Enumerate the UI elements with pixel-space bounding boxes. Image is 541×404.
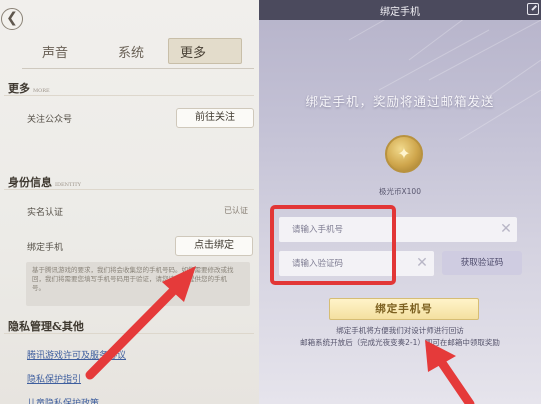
settings-tabs: 声音 系统 更多 (22, 34, 254, 68)
dialog-title: 绑定手机 (380, 7, 420, 18)
link-child-privacy[interactable]: 儿童隐私保护政策 (27, 396, 99, 404)
coin-icon: ✦ (385, 135, 423, 173)
code-field[interactable]: ✕ (279, 251, 434, 277)
bind-phone-dialog: 绑定手机 绑定手机，奖励将通过邮箱发送 ✦ 极光币X100 ✕ ✕ 获取验证码 … (259, 0, 541, 404)
dialog-heading: 绑定手机，奖励将通过邮箱发送 (305, 94, 495, 109)
section-subtitle: IDENTITY (55, 182, 81, 188)
get-code-button[interactable]: 获取验证码 (442, 251, 522, 275)
footer-note-line1: 绑定手机将方便我们对设计师进行回访 (336, 326, 464, 335)
section-subtitle: MORE (33, 88, 50, 94)
section-title-more: 更多 MORE (8, 80, 50, 96)
close-icon[interactable]: ✕ (499, 222, 513, 236)
settings-panel: ❮ 声音 系统 更多 更多 MORE 关注公众号 前往关注 身份信息 IDENTIT… (0, 0, 259, 404)
bind-phone-button[interactable]: 点击绑定 (175, 236, 253, 256)
tabs-divider (22, 68, 254, 69)
tab-sound[interactable]: 声音 (42, 42, 68, 61)
section-title-privacy: 隐私管理&其他 (8, 320, 84, 333)
tab-more[interactable]: 更多 (180, 42, 206, 61)
link-privacy-guide[interactable]: 隐私保护指引 (27, 372, 81, 385)
identity-note: 基于腾讯游戏的要求，我们将会收集您的手机号码。如您需要修改或找回，我们将需要您填… (32, 266, 234, 292)
code-input[interactable] (279, 251, 434, 277)
tab-system[interactable]: 系统 (118, 42, 144, 61)
follow-account-label: 关注公众号 (27, 115, 73, 125)
realname-status: 已认证 (224, 206, 248, 215)
bind-phone-submit-button[interactable]: 绑定手机号 (329, 298, 479, 320)
section-title-text: 更多 (8, 82, 30, 95)
realname-label: 实名认证 (27, 208, 64, 218)
phone-field[interactable]: ✕ (279, 217, 517, 243)
phone-input[interactable] (279, 217, 517, 243)
section-title-identity: 身份信息 IDENTITY (8, 174, 81, 190)
close-icon[interactable]: ✕ (415, 256, 429, 270)
follow-button[interactable]: 前往关注 (176, 108, 254, 128)
minimize-icon[interactable] (527, 3, 539, 15)
back-icon[interactable]: ❮ (1, 8, 23, 30)
footer-note-line2: 邮箱系统开放后（完成光夜变奏2-1）即可在邮箱中领取奖励 (300, 338, 500, 347)
section-title-text: 身份信息 (8, 176, 52, 189)
bind-phone-label: 绑定手机 (27, 243, 64, 253)
link-license-agreement[interactable]: 腾讯游戏许可及服务协议 (27, 348, 126, 361)
star-icon: ✦ (397, 144, 411, 163)
reward-label: 极光币X100 (379, 187, 421, 196)
